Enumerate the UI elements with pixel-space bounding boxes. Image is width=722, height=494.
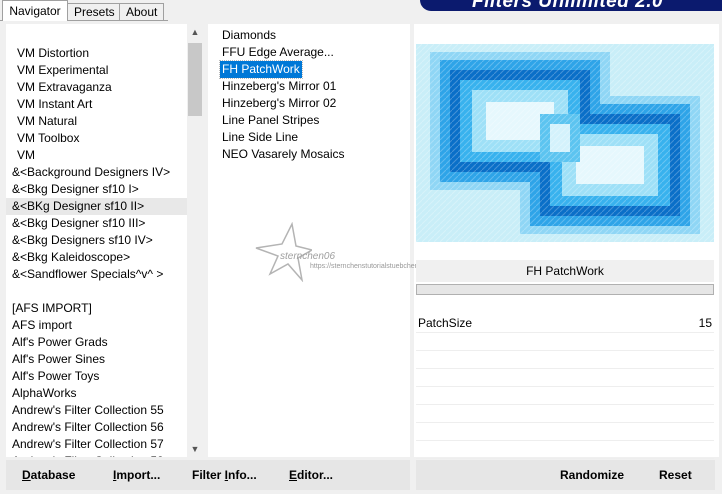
category-item[interactable]: &<Background Designers IV> <box>6 164 187 181</box>
watermark-url: https://sternchenstutorialstuebchen.de/ <box>310 263 431 270</box>
category-item[interactable]: &<Bkg Designers sf10 IV> <box>6 232 187 249</box>
filter-item[interactable]: Line Panel Stripes <box>220 112 346 129</box>
category-item[interactable]: VM Experimental <box>6 62 187 79</box>
category-item[interactable]: &<Sandflower Specials^v^ > <box>6 266 187 283</box>
parameter-name: PatchSize <box>418 316 473 330</box>
filter-item[interactable]: Line Side Line <box>220 129 346 146</box>
editor-button-label: ditor... <box>297 468 334 482</box>
parameter-row[interactable] <box>416 351 714 369</box>
tab-about[interactable]: About <box>119 3 164 20</box>
category-item[interactable]: Andrew's Filter Collection 58 <box>6 453 187 457</box>
category-item[interactable]: AFS import <box>6 317 187 334</box>
category-item[interactable]: &<Bkg Designer sf10 I> <box>6 181 187 198</box>
import-button-label: mport... <box>116 468 161 482</box>
editor-button-accel: E <box>289 468 298 482</box>
header-banner: Filters Unlimited 2.0 <box>420 0 722 11</box>
category-item[interactable]: VM <box>6 147 187 164</box>
patchwork-preview-graphic <box>416 44 714 242</box>
tab-presets[interactable]: Presets <box>67 3 120 20</box>
category-item[interactable]: VM Toolbox <box>6 130 187 147</box>
parameter-row[interactable] <box>416 441 714 459</box>
filter-item[interactable]: NEO Vasarely Mosaics <box>220 146 346 163</box>
filter-item-label: FH PatchWork <box>219 60 303 79</box>
category-item[interactable]: &<Bkg Designer sf10 III> <box>6 215 187 232</box>
randomize-button[interactable]: Randomize <box>560 460 624 490</box>
filter-info-button[interactable]: Filter Info... <box>192 460 257 490</box>
parameter-list: PatchSize 15 <box>416 315 714 459</box>
parameter-row[interactable] <box>416 369 714 387</box>
reset-button[interactable]: Reset <box>659 460 692 490</box>
filter-item-label: NEO Vasarely Mosaics <box>222 147 345 161</box>
filter-item-label: FFU Edge Average... <box>222 45 334 59</box>
filter-item[interactable]: FH PatchWork <box>219 60 346 79</box>
import-button[interactable]: Import... <box>113 460 160 490</box>
category-item[interactable]: &<BKg Designer sf10 II> <box>6 198 187 215</box>
filter-item-label: Hinzeberg's Mirror 01 <box>222 79 337 93</box>
filter-item[interactable]: Hinzeberg's Mirror 01 <box>220 78 346 95</box>
filter-item-label: Line Panel Stripes <box>222 113 320 127</box>
filter-item[interactable]: FFU Edge Average... <box>220 44 346 61</box>
progress-bar <box>416 284 714 295</box>
database-button-label: atabase <box>30 468 76 482</box>
filter-item-label: Line Side Line <box>222 130 299 144</box>
category-item[interactable]: Alf's Power Grads <box>6 334 187 351</box>
category-item[interactable]: VM Distortion <box>6 45 187 62</box>
parameter-row[interactable] <box>416 333 714 351</box>
tab-navigator[interactable]: Navigator <box>2 0 68 21</box>
database-button[interactable]: Database <box>22 460 75 490</box>
filter-info-button-prefix: Filter <box>192 468 225 482</box>
parameter-row[interactable] <box>416 405 714 423</box>
category-item[interactable]: Andrew's Filter Collection 55 <box>6 402 187 419</box>
category-list[interactable]: VM Distortion VM Experimental VM Extravaga… <box>6 45 187 457</box>
scroll-thumb[interactable] <box>188 43 202 116</box>
parameter-value[interactable]: 15 <box>699 315 712 332</box>
category-item[interactable]: Andrew's Filter Collection 57 <box>6 436 187 453</box>
category-item[interactable]: VM Instant Art <box>6 96 187 113</box>
category-item[interactable]: &<Bkg Kaleidoscope> <box>6 249 187 266</box>
scroll-down-icon[interactable]: ▼ <box>187 441 203 457</box>
category-item[interactable]: [AFS IMPORT] <box>6 300 187 317</box>
database-button-accel: D <box>22 468 31 482</box>
parameter-row[interactable]: PatchSize 15 <box>416 315 714 333</box>
category-item[interactable] <box>6 283 187 300</box>
category-item[interactable]: Alf's Power Sines <box>6 351 187 368</box>
filter-item-label: Diamonds <box>222 28 277 42</box>
watermark-name: sternchen06 <box>280 251 336 262</box>
filter-item[interactable]: Diamonds <box>220 27 346 44</box>
category-scrollbar[interactable]: ▲ ▼ <box>187 24 203 457</box>
filter-preview-image <box>416 44 714 242</box>
parameter-row[interactable] <box>416 423 714 441</box>
editor-button[interactable]: Editor... <box>289 460 333 490</box>
filter-info-button-label: nfo... <box>228 468 257 482</box>
scroll-up-icon[interactable]: ▲ <box>187 24 203 40</box>
parameter-row[interactable] <box>416 387 714 405</box>
category-list-panel[interactable]: VM Distortion VM Experimental VM Extravaga… <box>6 24 203 457</box>
category-item[interactable]: VM Natural <box>6 113 187 130</box>
category-item[interactable]: Alf's Power Toys <box>6 368 187 385</box>
filter-item[interactable]: Hinzeberg's Mirror 02 <box>220 95 346 112</box>
filter-list[interactable]: Diamonds FFU Edge Average... FH PatchWork H… <box>219 27 346 163</box>
category-item[interactable]: AlphaWorks <box>6 385 187 402</box>
filter-item-label: Hinzeberg's Mirror 02 <box>222 96 337 110</box>
app-title: Filters Unlimited 2.0 <box>472 0 664 11</box>
category-item[interactable]: Andrew's Filter Collection 56 <box>6 419 187 436</box>
category-item[interactable]: VM Extravaganza <box>6 79 187 96</box>
selected-filter-name: FH PatchWork <box>416 260 714 282</box>
